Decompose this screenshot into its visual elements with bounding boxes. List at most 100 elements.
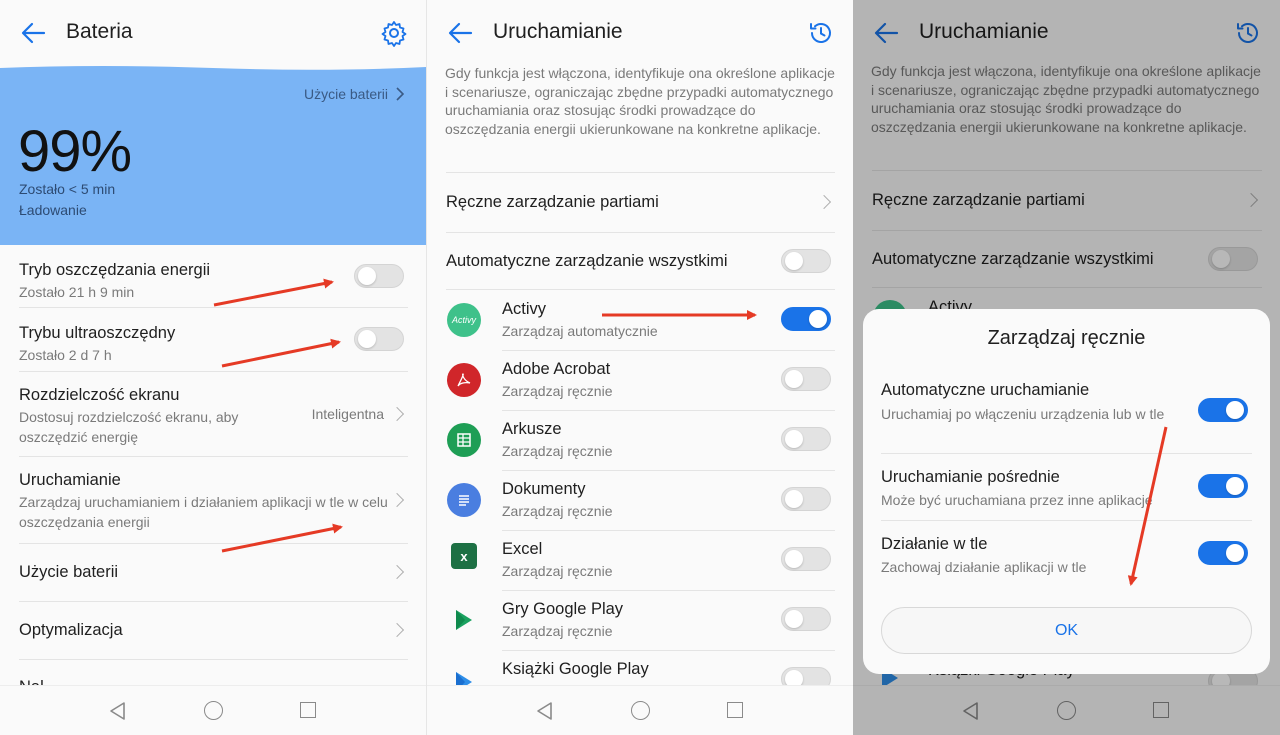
nav-bar (427, 685, 853, 735)
app-name: Dokumenty (502, 480, 586, 498)
battery-status: Ładowanie (19, 202, 87, 218)
row-label: Uruchamianie (19, 471, 121, 489)
app-name: Gry Google Play (502, 600, 624, 618)
activy-toggle[interactable] (781, 307, 831, 331)
auto-all-row[interactable]: Automatyczne zarządzanie wszystkimi (427, 233, 853, 289)
chevron-right-icon (392, 564, 402, 580)
option-label: Automatyczne uruchamianie (881, 381, 1090, 399)
history-icon[interactable] (807, 19, 835, 47)
page-title: Bateria (66, 20, 133, 43)
row-label: Użycie baterii (19, 563, 119, 581)
app-name: Książki Google Play (502, 660, 649, 678)
acrobat-icon (447, 363, 481, 397)
back-arrow-icon[interactable] (447, 20, 473, 46)
row-label: Rozdzielczość ekranu (19, 386, 180, 404)
app-name: Adobe Acrobat (502, 360, 611, 378)
battery-usage-link-label: Użycie baterii (303, 86, 388, 102)
app-row-acrobat[interactable]: Adobe Acrobat Zarządzaj ręcznie (427, 351, 853, 411)
app-name: Activy (502, 300, 547, 318)
nav-back-icon[interactable] (535, 701, 555, 721)
app-row-sheets[interactable]: Arkusze Zarządzaj ręcznie (427, 411, 853, 471)
app-status: Zarządzaj automatycznie (502, 323, 658, 339)
power-saving-row[interactable]: Tryb oszczędzania energii Zostało 21 h 9… (0, 245, 426, 307)
row-label: Trybu ultraoszczędny (19, 324, 176, 342)
wave-decoration (0, 62, 426, 70)
top-bar: Uruchamianie (427, 0, 853, 62)
row-label: Tryb oszczędzania energii (19, 261, 211, 279)
docs-icon (447, 483, 481, 517)
option-label: Działanie w tle (881, 535, 988, 553)
row-sub: Zostało 21 h 9 min (19, 284, 135, 300)
play-games-toggle[interactable] (781, 607, 831, 631)
row-value: Inteligentna (311, 406, 384, 422)
startup-screen: Uruchamianie Gdy funkcja jest włączona, … (426, 0, 853, 735)
row-label: Optymalizacja (19, 621, 123, 639)
optimization-row[interactable]: Optymalizacja (0, 602, 426, 659)
background-run-option[interactable]: Działanie w tle Zachowaj działanie aplik… (863, 521, 1270, 587)
battery-card: Użycie baterii 99% Zostało < 5 min Ładow… (0, 62, 426, 245)
screen-resolution-row[interactable]: Rozdzielczość ekranu Dostosuj rozdzielcz… (0, 372, 426, 456)
startup-row[interactable]: Uruchamianie Zarządzaj uruchamianiem i d… (0, 457, 426, 543)
chevron-right-icon (396, 87, 404, 101)
chevron-right-icon (392, 406, 402, 422)
manual-batch-row[interactable]: Ręczne zarządzanie partiami (427, 173, 853, 232)
app-status: Zarządzaj ręcznie (502, 623, 613, 639)
gear-icon[interactable] (380, 19, 408, 47)
docs-toggle[interactable] (781, 487, 831, 511)
row-sub: Zarządzaj uruchamianiem i działaniem apl… (19, 494, 388, 530)
chevron-right-icon (392, 492, 402, 508)
option-sub: Zachowaj działanie aplikacji w tle (881, 559, 1087, 575)
row-label: Ręczne zarządzanie partiami (446, 193, 659, 211)
battery-remaining: Zostało < 5 min (19, 181, 116, 197)
nav-home-icon[interactable] (204, 701, 223, 720)
app-row-docs[interactable]: Dokumenty Zarządzaj ręcznie (427, 471, 853, 531)
option-label: Uruchamianie pośrednie (881, 468, 1060, 486)
dialog-title: Zarządzaj ręcznie (987, 327, 1146, 349)
indirect-launch-option[interactable]: Uruchamianie pośrednie Może być uruchami… (863, 454, 1270, 520)
auto-launch-option[interactable]: Automatyczne uruchamianie Uruchamiaj po … (863, 371, 1270, 455)
chevron-right-icon (392, 622, 402, 638)
auto-all-toggle[interactable] (781, 249, 831, 273)
excel-icon: x (451, 543, 477, 569)
option-sub: Uruchamiaj po włączeniu urządzenia lub w… (881, 406, 1165, 422)
app-row-play-games[interactable]: Gry Google Play Zarządzaj ręcznie (427, 591, 853, 651)
nav-back-icon[interactable] (108, 701, 128, 721)
nav-recent-icon[interactable] (727, 702, 743, 718)
battery-percent: 99% (18, 119, 132, 184)
manual-management-dialog: Zarządzaj ręcznie Automatyczne uruchamia… (863, 309, 1270, 674)
app-row-activy[interactable]: Activy Activy Zarządzaj automatycznie (427, 290, 853, 350)
ultra-saving-row[interactable]: Trybu ultraoszczędny Zostało 2 d 7 h (0, 308, 426, 371)
app-status: Zarządzaj ręcznie (502, 443, 613, 459)
app-row-excel[interactable]: x Excel Zarządzaj ręcznie (427, 531, 853, 591)
page-title: Uruchamianie (493, 20, 623, 43)
back-arrow-icon[interactable] (20, 20, 46, 46)
feature-description: Gdy funkcja jest włączona, identyfikuje … (445, 65, 835, 137)
app-name: Arkusze (502, 420, 562, 438)
play-games-icon (447, 603, 481, 637)
battery-usage-link[interactable]: Użycie baterii (304, 86, 404, 102)
nav-recent-icon[interactable] (300, 702, 316, 718)
excel-toggle[interactable] (781, 547, 831, 571)
background-run-toggle[interactable] (1198, 541, 1248, 565)
startup-dialog-screen: Uruchamianie Gdy funkcja jest włączona, … (853, 0, 1280, 735)
row-sub: Dostosuj rozdzielczość ekranu, aby oszcz… (19, 409, 239, 445)
ultra-saving-toggle[interactable] (354, 327, 404, 351)
app-status: Zarządzaj ręcznie (502, 383, 613, 399)
nav-bar (0, 685, 426, 735)
nav-home-icon[interactable] (631, 701, 650, 720)
battery-screen: Bateria Użycie baterii 99% Zostało < 5 m… (0, 0, 426, 735)
ok-button[interactable]: OK (881, 607, 1252, 654)
battery-usage-row[interactable]: Użycie baterii (0, 544, 426, 601)
sheets-icon (447, 423, 481, 457)
option-sub: Może być uruchamiana przez inne aplikacj… (881, 492, 1153, 508)
sheets-toggle[interactable] (781, 427, 831, 451)
app-status: Zarządzaj ręcznie (502, 503, 613, 519)
acrobat-toggle[interactable] (781, 367, 831, 391)
row-sub: Zostało 2 d 7 h (19, 347, 112, 363)
activy-icon: Activy (447, 303, 481, 337)
auto-launch-toggle[interactable] (1198, 398, 1248, 422)
app-status: Zarządzaj ręcznie (502, 563, 613, 579)
power-saving-toggle[interactable] (354, 264, 404, 288)
indirect-launch-toggle[interactable] (1198, 474, 1248, 498)
row-label: Automatyczne zarządzanie wszystkimi (446, 252, 728, 270)
